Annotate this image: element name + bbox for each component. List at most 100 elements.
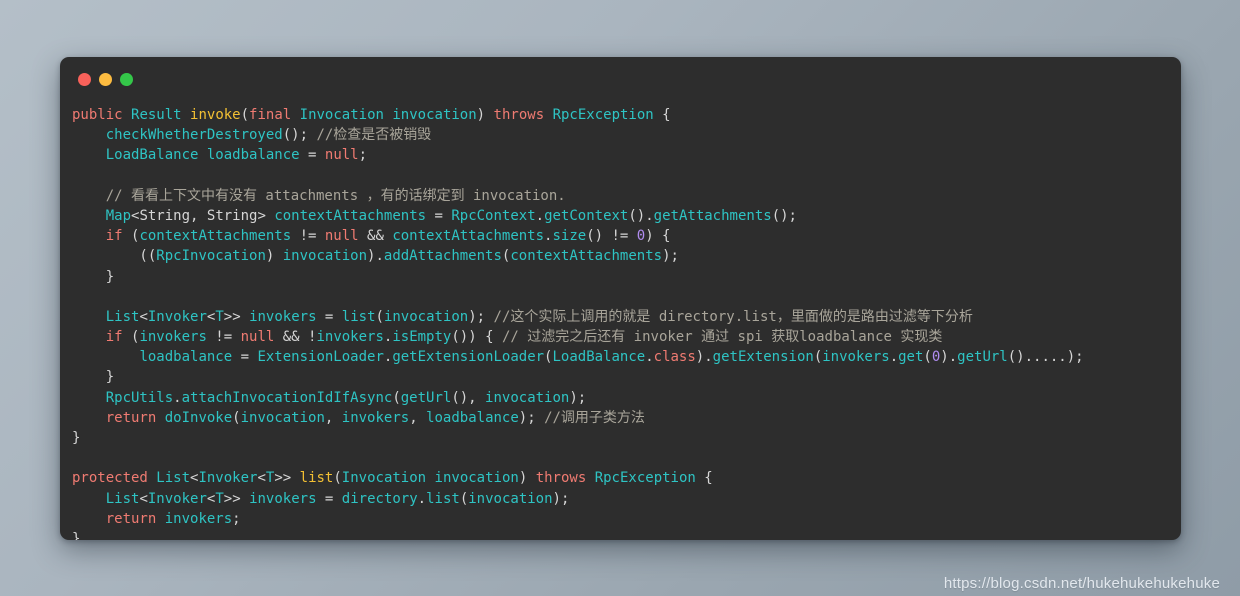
code-token: protected bbox=[72, 470, 148, 487]
code-token: . bbox=[889, 349, 899, 366]
code-token: && bbox=[358, 228, 393, 245]
code-line: Map<String, String> contextAttachments =… bbox=[72, 206, 1181, 226]
code-token: loadbalance bbox=[139, 349, 233, 366]
code-line: List<Invoker<T>> invokers = list(invocat… bbox=[72, 307, 1181, 327]
code-token: { bbox=[653, 107, 671, 123]
close-button[interactable] bbox=[78, 72, 91, 86]
code-token: null bbox=[324, 147, 359, 164]
code-token: list bbox=[341, 308, 376, 325]
code-token: throws bbox=[535, 470, 587, 487]
code-token: //检查是否被销毁 bbox=[316, 127, 432, 144]
code-token: ); bbox=[569, 389, 587, 406]
code-token: } bbox=[72, 430, 81, 446]
code-token: ) bbox=[265, 248, 283, 265]
code-token: = bbox=[316, 490, 342, 507]
code-token: , bbox=[190, 207, 207, 224]
code-line: if (contextAttachments != null && contex… bbox=[72, 226, 1181, 246]
code-token: RpcException bbox=[552, 107, 654, 123]
code-token: list bbox=[299, 470, 334, 487]
code-token: loadbalance bbox=[206, 147, 300, 164]
code-token: invokers bbox=[341, 409, 410, 426]
code-token: = bbox=[316, 308, 342, 325]
code-token: >> bbox=[223, 490, 250, 507]
code-token: invokers bbox=[139, 329, 207, 346]
code-token: //调用子类方法 bbox=[544, 409, 645, 426]
code-token: . bbox=[173, 389, 182, 406]
code-token: RpcUtils bbox=[105, 389, 174, 406]
code-token: Map bbox=[105, 207, 132, 224]
code-token: LoadBalance bbox=[105, 147, 199, 164]
code-token: 0 bbox=[636, 228, 646, 245]
window-titlebar bbox=[60, 57, 1181, 101]
code-token: T bbox=[215, 308, 224, 325]
code-window: public Result invoke(final Invocation in… bbox=[60, 57, 1181, 540]
code-token: contextAttachments bbox=[392, 228, 545, 245]
code-line: RpcUtils.attachInvocationIdIfAsync(getUr… bbox=[72, 388, 1181, 408]
code-token: (); bbox=[282, 127, 317, 144]
code-token: RpcContext bbox=[451, 207, 536, 224]
code-token: ). bbox=[367, 248, 384, 265]
code-editor-content[interactable]: public Result invoke(final Invocation in… bbox=[60, 101, 1181, 540]
maximize-button[interactable] bbox=[120, 72, 133, 86]
code-token: && ! bbox=[274, 329, 317, 346]
code-token: invocation bbox=[485, 389, 570, 406]
code-token: Invoker bbox=[147, 490, 207, 507]
code-token: () != bbox=[586, 228, 637, 245]
code-line: LoadBalance loadbalance = null; bbox=[72, 145, 1181, 165]
code-token: Invoker bbox=[147, 308, 207, 325]
code-line: public Result invoke(final Invocation in… bbox=[72, 105, 1181, 125]
code-token: Invocation bbox=[341, 470, 427, 487]
code-token: throws bbox=[493, 107, 545, 123]
code-token: T bbox=[215, 490, 224, 507]
code-token: class bbox=[653, 349, 696, 366]
watermark-url: https://blog.csdn.net/hukehukehukehuke bbox=[943, 575, 1220, 592]
code-token: attachInvocationIdIfAsync bbox=[181, 389, 393, 406]
code-token: List bbox=[156, 470, 191, 487]
code-token: ; bbox=[358, 147, 368, 164]
code-token: invocation bbox=[282, 248, 368, 265]
code-line: loadbalance = ExtensionLoader. getExtensi… bbox=[72, 347, 1181, 367]
code-token: get bbox=[898, 349, 924, 366]
code-token: = bbox=[232, 349, 258, 366]
code-token: ) { bbox=[645, 228, 671, 245]
code-token: final bbox=[249, 107, 292, 123]
code-token: // 看看上下文中有没有 attachments ，有的话绑定到 invocat… bbox=[105, 187, 566, 204]
code-token: getContext bbox=[544, 207, 629, 224]
code-token: if bbox=[105, 228, 123, 245]
code-token: = bbox=[426, 207, 452, 224]
code-token: Invoker bbox=[198, 470, 258, 487]
code-token: >> bbox=[223, 308, 250, 325]
code-line: } bbox=[72, 367, 1181, 387]
code-token: getExtensionLoader bbox=[392, 349, 545, 366]
minimize-button[interactable] bbox=[99, 72, 112, 86]
code-token: ( bbox=[240, 107, 250, 123]
code-token: . bbox=[645, 349, 654, 366]
code-line: checkWhetherDestroyed(); //检查是否被销毁 bbox=[72, 125, 1181, 145]
code-token: , bbox=[409, 409, 427, 426]
code-token: ); bbox=[468, 308, 494, 325]
code-token: = bbox=[299, 147, 325, 164]
code-token: invocation bbox=[434, 470, 519, 487]
code-token: ( bbox=[392, 389, 401, 406]
code-token: . bbox=[535, 207, 545, 224]
code-token: >> bbox=[274, 470, 300, 487]
code-token: contextAttachments bbox=[139, 228, 292, 245]
code-token: ). bbox=[695, 349, 713, 366]
code-token: getAttachments bbox=[653, 207, 772, 224]
